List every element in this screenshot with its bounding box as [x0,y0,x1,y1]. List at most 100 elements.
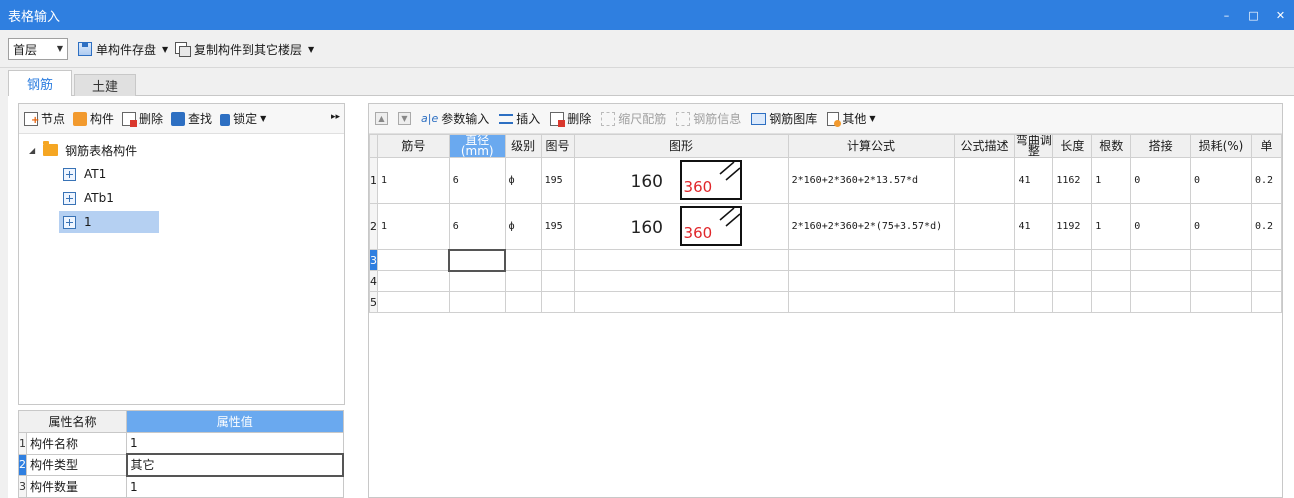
cell-shape[interactable] [573,249,789,271]
cell-lap[interactable] [1130,291,1192,313]
cell-length[interactable]: 1162 [1052,157,1093,204]
cell-diameter[interactable]: 6 [448,157,506,204]
cell-fig[interactable]: 195 [540,203,575,250]
tree-item-at1[interactable]: AT1 [19,162,344,186]
cell-formula[interactable] [787,291,955,313]
cell-formula[interactable] [787,270,955,292]
insert-row-button[interactable]: 插入 [499,110,540,127]
cell-lap[interactable] [1130,270,1192,292]
cell-bend[interactable] [1014,291,1054,313]
cell-lap[interactable]: 0 [1130,203,1192,250]
tab-rebar[interactable]: 钢筋 [8,70,72,96]
property-value-cell[interactable]: 1 [126,475,344,498]
cell-count[interactable]: 1 [1091,157,1132,204]
cell-diameter[interactable]: 6 [448,203,506,250]
cell-fig[interactable] [540,249,575,271]
cell-jin[interactable]: 1 [377,203,450,250]
cell-lap[interactable] [1130,249,1192,271]
table-row[interactable]: 5 [369,291,1282,313]
find-button[interactable]: 查找 [171,110,212,127]
col-header-length[interactable]: 长度 [1052,134,1093,158]
cell-grade[interactable]: ф [504,157,542,204]
cell-formula[interactable] [787,249,955,271]
row-number[interactable]: 2 [369,203,378,250]
col-header-formula[interactable]: 计算公式 [787,134,955,158]
scale-rebar-button[interactable]: 缩尺配筋 [601,110,666,127]
cell-desc[interactable] [953,270,1016,292]
cell-length[interactable] [1052,249,1093,271]
col-header-fig[interactable]: 图号 [540,134,575,158]
cell-count[interactable]: 1 [1091,203,1132,250]
cell-bend[interactable] [1014,249,1054,271]
expand-toolbar-button[interactable]: ▸▸ [331,112,340,122]
cell-grade[interactable] [504,270,542,292]
cell-shape[interactable]: 160 360 [573,203,789,250]
col-header-shape[interactable]: 图形 [573,134,789,158]
move-up-icon[interactable]: ▲ [375,112,388,125]
cell-fig[interactable] [540,291,575,313]
cell-count[interactable] [1091,291,1132,313]
table-row[interactable]: 4 [369,270,1282,292]
save-component-button[interactable]: 单构件存盘 ▼ [78,40,168,58]
maximize-button[interactable]: □ [1240,0,1267,30]
lock-button[interactable]: 锁定 ▼ [220,110,266,127]
row-number[interactable]: 4 [369,270,378,292]
row-number[interactable]: 5 [369,291,378,313]
row-number[interactable]: 3 [369,249,378,271]
tree-root[interactable]: ◢ 钢筋表格构件 [19,138,344,162]
col-header-unit[interactable]: 单 [1250,134,1282,158]
cell-jin[interactable] [377,291,450,313]
property-value-cell[interactable]: 其它 [125,453,344,477]
floor-select[interactable]: 首层 ▼ [8,38,68,60]
other-menu-button[interactable]: 其他 ▼ [827,110,875,127]
cell-bend[interactable]: 41 [1014,157,1054,204]
tree-item-1[interactable]: 1 [19,210,344,234]
param-input-button[interactable]: a|e 参数输入 [421,110,489,127]
tree-item-atb1[interactable]: ATb1 [19,186,344,210]
move-down-icon[interactable]: ▼ [398,112,411,125]
cell-count[interactable] [1091,249,1132,271]
cell-formula[interactable]: 2*160+2*360+2*(75+3.57*d) [787,203,955,250]
cell-fig[interactable]: 195 [540,157,575,204]
rebar-info-button[interactable]: 钢筋信息 [676,110,741,127]
col-header-diameter[interactable]: 直径(mm) [448,134,506,158]
property-value-cell[interactable]: 1 [126,431,344,455]
cell-desc[interactable] [953,291,1016,313]
cell-length[interactable]: 1192 [1052,203,1093,250]
col-header-loss[interactable]: 损耗(%) [1190,134,1252,158]
rebar-library-button[interactable]: 钢筋图库 [751,110,817,127]
copy-to-floor-button[interactable]: 复制构件到其它楼层 ▼ [175,40,314,58]
col-header-grade[interactable]: 级别 [504,134,542,158]
cell-shape[interactable] [573,291,789,313]
cell-grade[interactable] [504,249,542,271]
row-number[interactable]: 1 [369,157,378,204]
cell-loss[interactable] [1190,291,1252,313]
table-row[interactable]: 1 1 6 ф 195 160 360 2*160+2*360+2*13.57*… [369,157,1282,204]
cell-lap[interactable]: 0 [1130,157,1192,204]
cell-jin[interactable] [377,270,450,292]
cell-desc[interactable] [953,203,1016,250]
col-header-count[interactable]: 根数 [1091,134,1132,158]
cell-unit[interactable]: 0.2 [1250,203,1282,250]
cell-unit[interactable] [1250,249,1282,271]
col-header-jin[interactable]: 筋号 [377,134,450,158]
table-row[interactable]: 2 1 6 ф 195 160 360 2*160+2*360+2*(75+3.… [369,203,1282,250]
cell-jin[interactable]: 1 [377,157,450,204]
cell-unit[interactable]: 0.2 [1250,157,1282,204]
cell-loss[interactable] [1190,249,1252,271]
cell-loss[interactable]: 0 [1190,203,1252,250]
minimize-button[interactable]: – [1213,0,1240,30]
cell-bend[interactable] [1014,270,1054,292]
close-button[interactable]: ✕ [1267,0,1294,30]
cell-formula[interactable]: 2*160+2*360+2*13.57*d [787,157,955,204]
cell-loss[interactable]: 0 [1190,157,1252,204]
tab-civil[interactable]: 土建 [74,74,136,96]
cell-length[interactable] [1052,270,1093,292]
cell-grade[interactable]: ф [504,203,542,250]
col-header-lap[interactable]: 搭接 [1130,134,1192,158]
add-node-button[interactable]: 节点 [24,110,65,127]
cell-fig[interactable] [540,270,575,292]
cell-desc[interactable] [953,249,1016,271]
cell-jin[interactable] [377,249,450,271]
add-component-button[interactable]: 构件 [73,110,114,127]
